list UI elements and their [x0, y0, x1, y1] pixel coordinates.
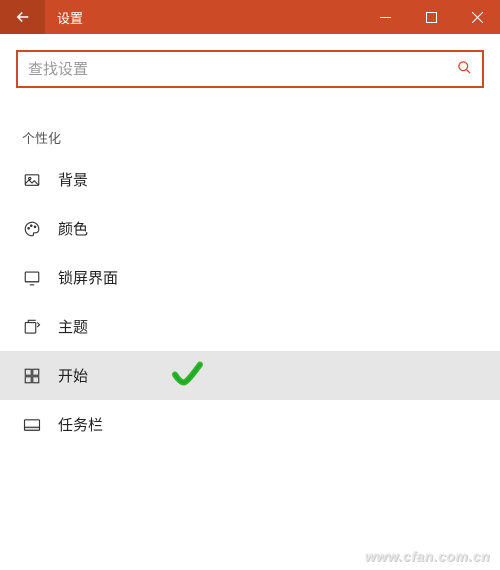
watermark: www.cfan.com.cn	[365, 548, 490, 564]
search-input[interactable]	[28, 61, 457, 78]
search-icon	[457, 60, 472, 79]
titlebar: 设置	[0, 0, 500, 34]
nav-label: 开始	[58, 365, 88, 386]
section-header: 个性化	[0, 88, 500, 155]
close-button[interactable]	[454, 0, 500, 34]
nav-item-colors[interactable]: 颜色	[0, 204, 500, 253]
nav-list: 背景 颜色 锁屏界面 主题 开始 任	[0, 155, 500, 449]
nav-label: 主题	[58, 316, 88, 337]
window-title: 设置	[57, 8, 362, 27]
theme-icon	[22, 317, 42, 337]
window-controls	[362, 0, 500, 34]
checkmark-annotation	[170, 358, 206, 393]
nav-label: 任务栏	[58, 414, 103, 435]
search-container	[0, 34, 500, 88]
image-icon	[22, 170, 42, 190]
nav-item-background[interactable]: 背景	[0, 155, 500, 204]
palette-icon	[22, 219, 42, 239]
back-button[interactable]	[0, 0, 45, 34]
nav-item-lockscreen[interactable]: 锁屏界面	[0, 253, 500, 302]
nav-item-themes[interactable]: 主题	[0, 302, 500, 351]
nav-label: 锁屏界面	[58, 267, 118, 288]
minimize-icon	[380, 12, 391, 23]
taskbar-icon	[22, 415, 42, 435]
lock-screen-icon	[22, 268, 42, 288]
maximize-button[interactable]	[408, 0, 454, 34]
nav-label: 背景	[58, 169, 88, 190]
maximize-icon	[426, 12, 437, 23]
search-box[interactable]	[16, 50, 484, 88]
nav-item-start[interactable]: 开始	[0, 351, 500, 400]
nav-item-taskbar[interactable]: 任务栏	[0, 400, 500, 449]
nav-label: 颜色	[58, 218, 88, 239]
arrow-left-icon	[14, 8, 32, 26]
close-icon	[472, 12, 483, 23]
start-icon	[22, 366, 42, 386]
minimize-button[interactable]	[362, 0, 408, 34]
